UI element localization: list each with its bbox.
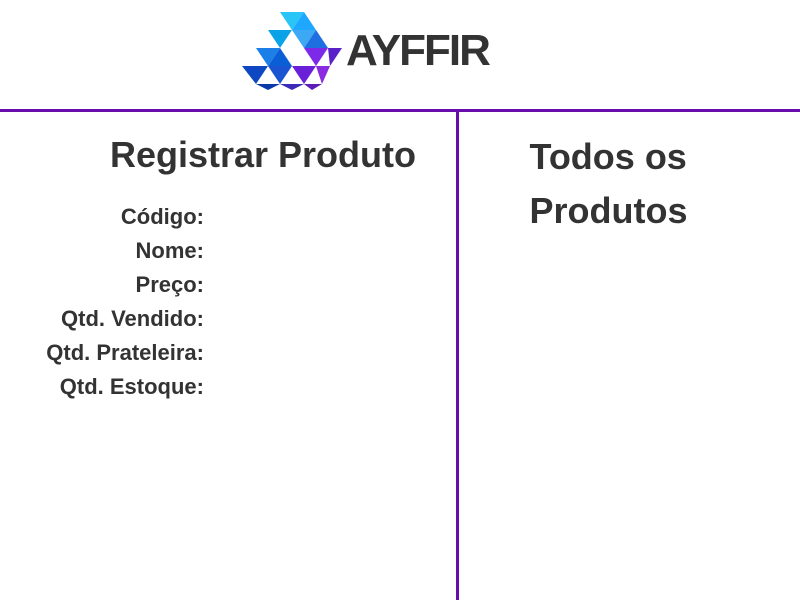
- products-title: Todos os Produtos: [529, 136, 688, 231]
- header-divider: [0, 109, 800, 112]
- register-form: Código: Nome: Preço: Qtd. Vendido: Qtd. …: [0, 202, 456, 406]
- field-qtd-prateleira: Qtd. Prateleira:: [0, 338, 456, 372]
- product-list: [470, 250, 790, 590]
- ayffir-logo-mark-icon: [242, 12, 342, 90]
- field-label: Código:: [120, 204, 204, 229]
- header: AYFFIR: [0, 0, 800, 110]
- products-title-wrap: Todos os Produtos: [459, 130, 800, 238]
- field-label: Qtd. Vendido:: [61, 306, 204, 331]
- field-preco: Preço:: [0, 270, 456, 304]
- field-label: Qtd. Prateleira:: [46, 340, 204, 365]
- qtd-prateleira-input[interactable]: [210, 340, 440, 366]
- codigo-input[interactable]: [210, 204, 440, 230]
- page: AYFFIR Registrar Produto Código: Nome: P…: [0, 0, 800, 600]
- field-label: Preço:: [135, 272, 204, 297]
- qtd-estoque-input[interactable]: [210, 374, 440, 400]
- register-title: Registrar Produto: [109, 134, 416, 175]
- field-label: Qtd. Estoque:: [59, 374, 204, 399]
- brand-logo[interactable]: AYFFIR: [242, 12, 522, 90]
- field-codigo: Código:: [0, 202, 456, 236]
- preco-input[interactable]: [210, 272, 440, 298]
- field-label: Nome:: [135, 238, 204, 263]
- field-nome: Nome:: [0, 236, 456, 270]
- qtd-vendido-input[interactable]: [210, 306, 440, 332]
- field-qtd-estoque: Qtd. Estoque:: [0, 372, 456, 406]
- field-qtd-vendido: Qtd. Vendido:: [0, 304, 456, 338]
- brand-name: AYFFIR: [346, 26, 491, 75]
- nome-input[interactable]: [210, 238, 440, 264]
